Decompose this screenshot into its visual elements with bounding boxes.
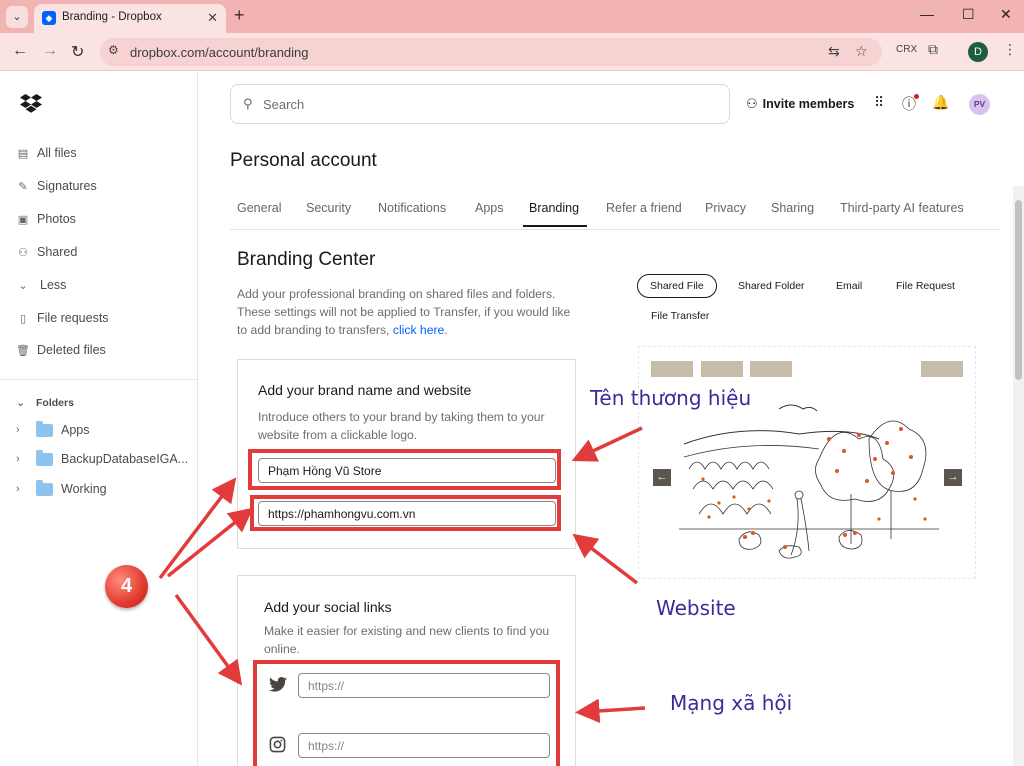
step-number-badge: 4 [105, 565, 148, 608]
scrollbar-thumb[interactable] [1015, 200, 1022, 380]
brand-name-annotation: Tên thương hiệu [590, 386, 752, 410]
page-scrollbar[interactable] [1013, 186, 1024, 766]
website-annotation: Website [656, 596, 736, 620]
social-annotation: Mạng xã hội [670, 691, 793, 715]
annotation-arrows [158, 426, 646, 724]
